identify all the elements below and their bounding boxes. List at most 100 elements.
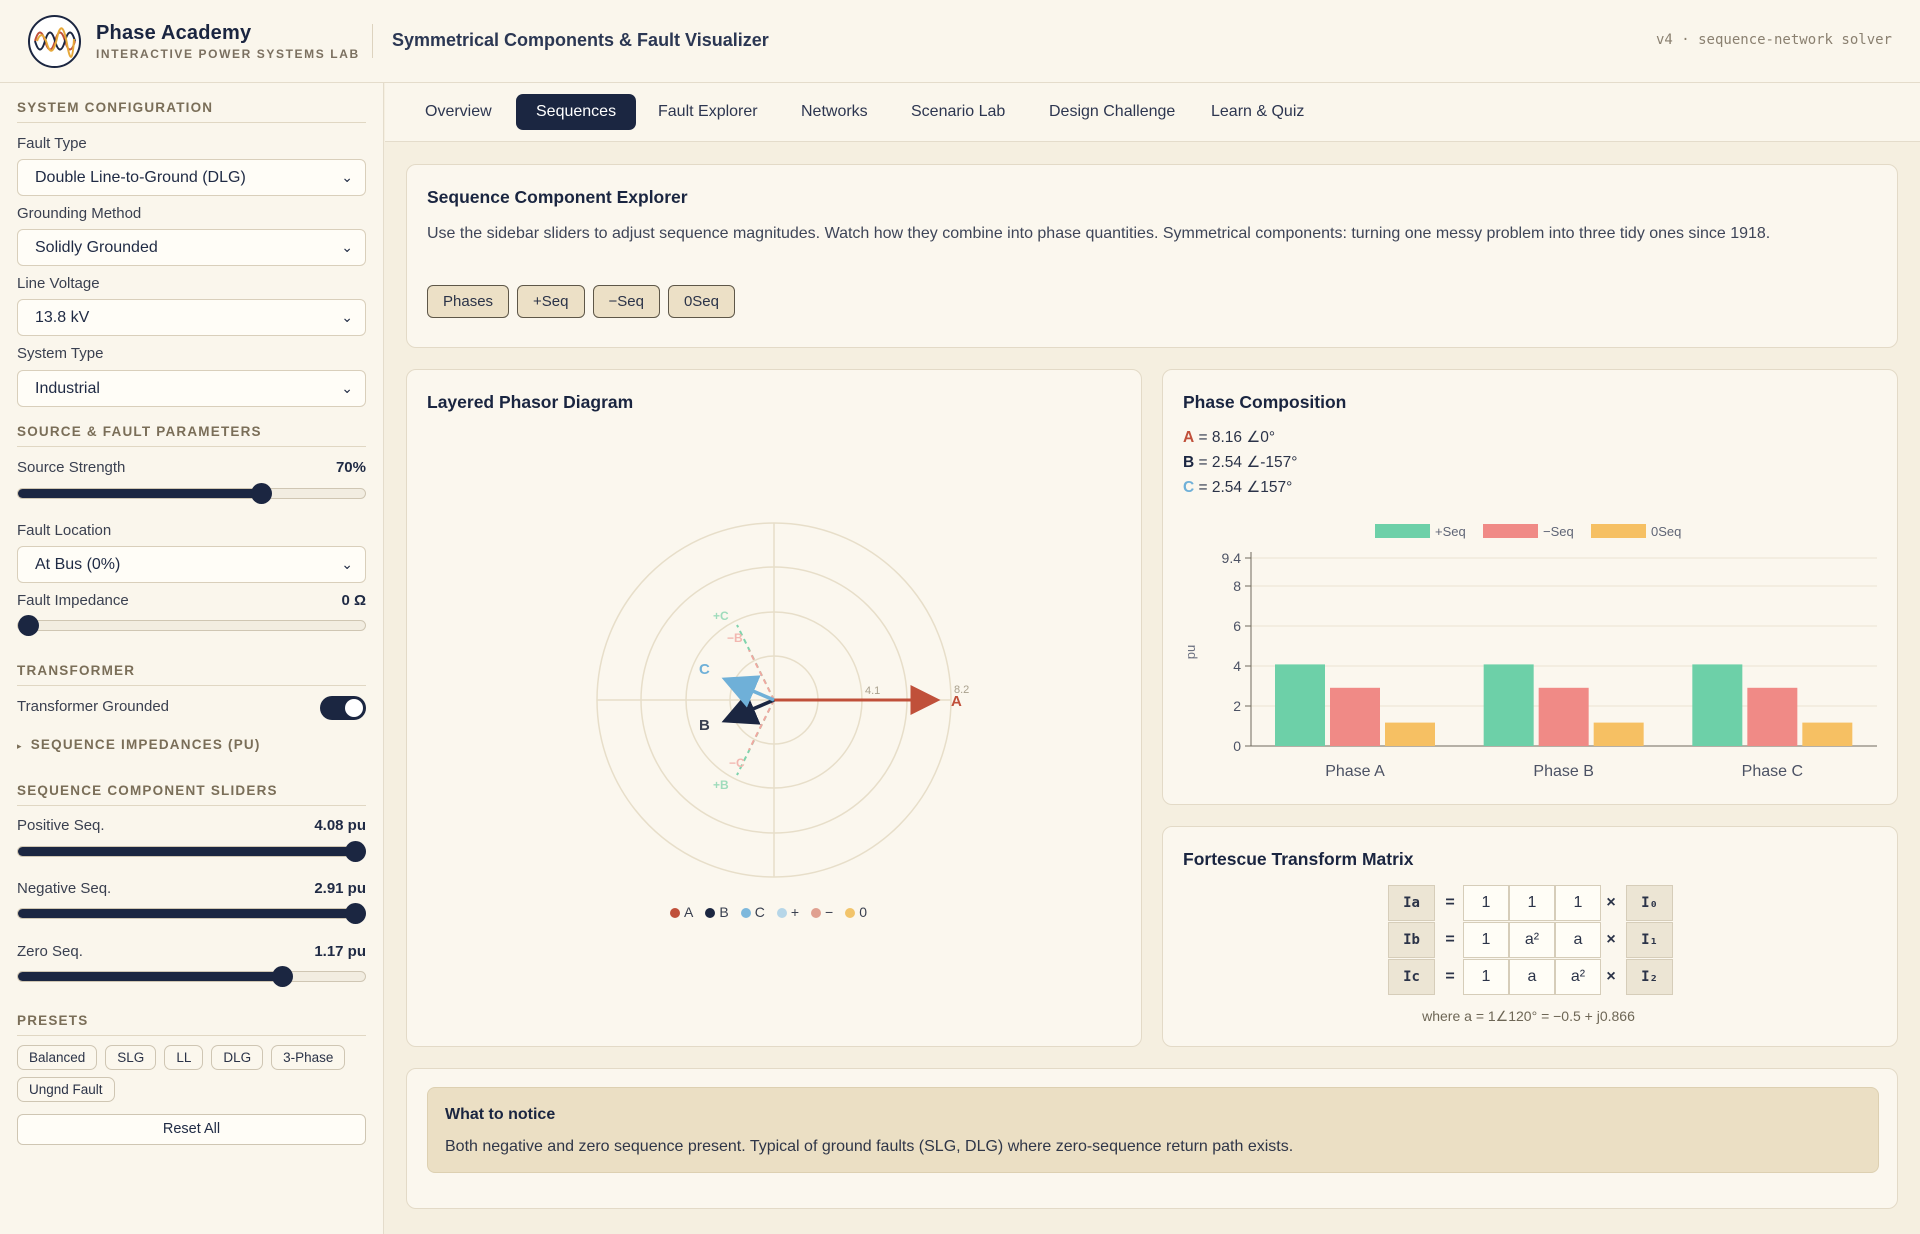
- zero-seq-slider[interactable]: [17, 966, 366, 987]
- legend-label: C: [754, 904, 765, 920]
- positive-seq-value: 4.08 pu: [314, 817, 366, 834]
- y-tick-label: 4: [1233, 658, 1241, 674]
- label-total-magnitude: 8.2: [954, 684, 969, 696]
- chevron-down-icon: ⌄: [341, 556, 353, 572]
- fault-type-label: Fault Type: [17, 135, 87, 152]
- toggle-knob: [345, 699, 363, 717]
- matrix-lhs-cell: Ic: [1388, 959, 1435, 995]
- legend-dot: [740, 908, 751, 918]
- slider-thumb[interactable]: [271, 966, 293, 987]
- composition-phase-value: = 2.54 ∠-157°: [1194, 454, 1298, 471]
- slider-thumb[interactable]: [250, 483, 272, 504]
- transformer-grounded-label: Transformer Grounded: [17, 698, 170, 715]
- tab-design-challenge[interactable]: Design Challenge: [1029, 94, 1195, 130]
- tab-sequences[interactable]: Sequences: [516, 94, 637, 130]
- app-title: Symmetrical Components & Fault Visualize…: [392, 30, 769, 50]
- fault-location-select[interactable]: At Bus (0%) ⌄: [17, 546, 366, 583]
- notice-box: What to notice Both negative and zero se…: [427, 1087, 1879, 1173]
- negative-seq-value: 2.91 pu: [314, 880, 366, 897]
- matrix-multiply-sign: ×: [1606, 968, 1616, 985]
- legend-dot: [705, 908, 716, 918]
- app-header: Phase Academy INTERACTIVE POWER SYSTEMS …: [0, 0, 1920, 83]
- matrix-cell: a²: [1509, 922, 1555, 958]
- phase-composition-card: Phase Composition A = 8.16 ∠0° B = 2.54 …: [1162, 369, 1898, 805]
- system-type-label: System Type: [17, 345, 104, 362]
- tab-scenario-lab[interactable]: Scenario Lab: [891, 94, 1025, 130]
- matrix-equals-sign: =: [1445, 894, 1455, 911]
- section-transformer: TRANSFORMER: [17, 663, 366, 686]
- legend-dot: [845, 908, 856, 918]
- slider-thumb[interactable]: [345, 841, 366, 862]
- chip-negative-seq[interactable]: −Seq: [592, 285, 660, 318]
- tab-networks[interactable]: Networks: [781, 94, 888, 130]
- legend-label: B: [719, 904, 729, 920]
- fault-type-select[interactable]: Double Line-to-Ground (DLG) ⌄: [17, 159, 366, 196]
- source-strength-slider[interactable]: [17, 483, 366, 504]
- transformer-grounded-toggle[interactable]: [320, 696, 366, 720]
- preset-ungnd-fault-button[interactable]: Ungnd Fault: [17, 1077, 115, 1102]
- label-phase-b: B: [699, 717, 710, 734]
- sequence-impedances-disclosure[interactable]: ▸ SEQUENCE IMPEDANCES (PU): [17, 737, 261, 752]
- grounding-method-select[interactable]: Solidly Grounded ⌄: [17, 229, 366, 266]
- chip-positive-seq[interactable]: +Seq: [517, 285, 585, 318]
- zero-seq-value: 1.17 pu: [314, 943, 366, 960]
- fortescue-note: where a = 1∠120° = −0.5 + j0.866: [1422, 1008, 1635, 1024]
- matrix-lhs-cell: Ib: [1388, 922, 1435, 958]
- tab-learn-quiz[interactable]: Learn & Quiz: [1191, 94, 1324, 130]
- chip-zero-seq[interactable]: 0Seq: [667, 285, 735, 318]
- preset-ll-button[interactable]: LL: [164, 1045, 204, 1070]
- y-axis-label: pu: [1183, 645, 1198, 659]
- fortescue-title: Fortescue Transform Matrix: [1183, 849, 1414, 869]
- line-voltage-select[interactable]: 13.8 kV ⌄: [17, 299, 366, 336]
- explorer-title: Sequence Component Explorer: [427, 187, 688, 207]
- slider-fill: [18, 972, 282, 981]
- bar-legend-label: 0Seq: [1651, 524, 1681, 539]
- source-strength-label: Source Strength: [17, 459, 126, 476]
- bar-legend-label: +Seq: [1435, 524, 1466, 539]
- line-voltage-value: 13.8 kV: [35, 309, 90, 326]
- slider-thumb[interactable]: [345, 903, 366, 924]
- negative-seq-slider[interactable]: [17, 903, 366, 924]
- fault-impedance-slider[interactable]: [17, 615, 366, 636]
- matrix-rhs-cell: I₁: [1626, 922, 1673, 958]
- composition-phase-name: B: [1183, 454, 1195, 471]
- zero-seq-row: Zero Seq. 1.17 pu: [17, 943, 366, 960]
- matrix-multiply-sign: ×: [1606, 931, 1616, 948]
- positive-seq-slider[interactable]: [17, 841, 366, 862]
- legend-label: 0: [859, 904, 867, 920]
- source-strength-row: Source Strength 70%: [17, 459, 366, 476]
- bar: [1330, 687, 1380, 746]
- tab-overview[interactable]: Overview: [405, 94, 512, 130]
- sequence-explorer-card: Sequence Component Explorer Use the side…: [406, 164, 1898, 348]
- matrix-cell: a: [1509, 959, 1555, 995]
- section-source-fault: SOURCE & FAULT PARAMETERS: [17, 424, 366, 447]
- bar: [1692, 664, 1743, 746]
- y-tick-label: 6: [1233, 618, 1241, 634]
- slider-fill: [18, 847, 365, 856]
- zero-seq-label: Zero Seq.: [17, 943, 83, 960]
- matrix-multiply-sign: ×: [1606, 894, 1616, 911]
- composition-title: Phase Composition: [1183, 392, 1347, 412]
- caret-right-icon: ▸: [17, 741, 23, 751]
- preset-dlg-button[interactable]: DLG: [211, 1045, 264, 1070]
- preset-slg-button[interactable]: SLG: [105, 1045, 157, 1070]
- y-tick-label: 0: [1233, 738, 1241, 754]
- phasor-b: [721, 692, 775, 725]
- bar-legend-label: −Seq: [1543, 524, 1574, 539]
- system-type-select[interactable]: Industrial ⌄: [17, 370, 366, 407]
- preset-row-1: Balanced SLG LL DLG 3-Phase: [17, 1045, 346, 1070]
- matrix-lhs-cell: Ia: [1388, 885, 1435, 921]
- label-positive-c: +C: [713, 609, 729, 623]
- preset-balanced-button[interactable]: Balanced: [17, 1045, 98, 1070]
- header-divider: [372, 24, 373, 58]
- fault-location-label: Fault Location: [17, 522, 112, 539]
- reset-all-button[interactable]: Reset All: [17, 1114, 366, 1145]
- brand-subtitle: INTERACTIVE POWER SYSTEMS LAB: [96, 47, 360, 61]
- chip-phases[interactable]: Phases: [427, 285, 510, 318]
- legend-dot: [776, 908, 787, 918]
- preset-3phase-button[interactable]: 3-Phase: [271, 1045, 346, 1070]
- fault-impedance-row: Fault Impedance 0 Ω: [17, 592, 366, 609]
- slider-thumb[interactable]: [18, 615, 39, 636]
- tab-fault-explorer[interactable]: Fault Explorer: [638, 94, 778, 130]
- legend-dot: [670, 908, 680, 918]
